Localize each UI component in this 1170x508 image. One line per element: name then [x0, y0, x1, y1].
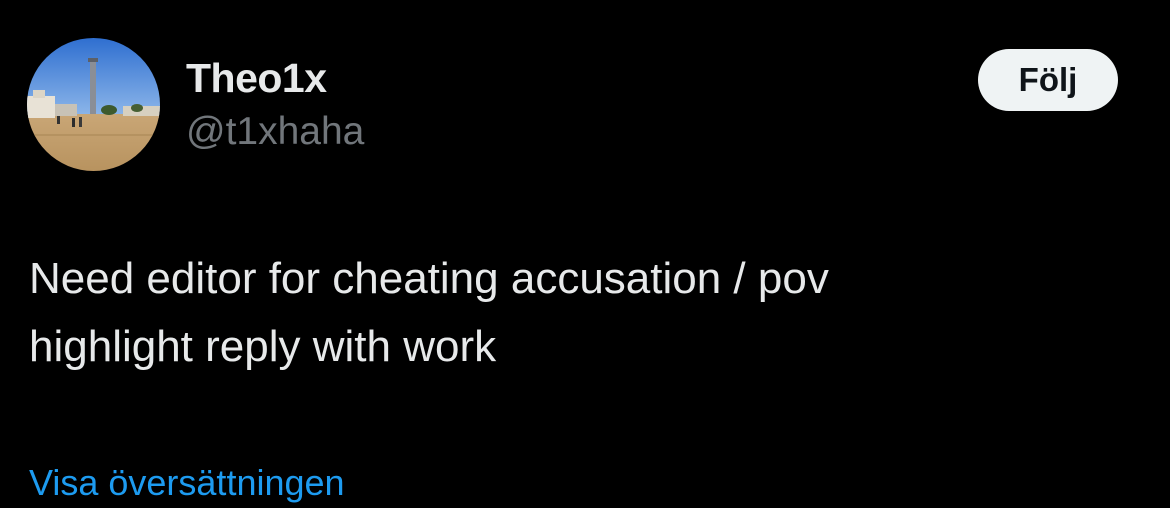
avatar-photo-icon: [27, 38, 160, 171]
user-handle[interactable]: @t1xhaha: [186, 107, 364, 157]
tweet-text-line: highlight reply with work: [29, 322, 497, 371]
tweet-card: Theo1x @t1xhaha Följ Need editor for che…: [0, 0, 1170, 503]
display-name[interactable]: Theo1x: [186, 52, 327, 104]
tweet-text-line: Need editor for cheating accusation / po…: [29, 254, 829, 303]
follow-button[interactable]: Följ: [978, 49, 1118, 111]
tweet-text: Need editor for cheating accusation / po…: [29, 245, 1139, 381]
show-translation-link[interactable]: Visa översättningen: [29, 458, 345, 508]
avatar[interactable]: [27, 38, 160, 171]
